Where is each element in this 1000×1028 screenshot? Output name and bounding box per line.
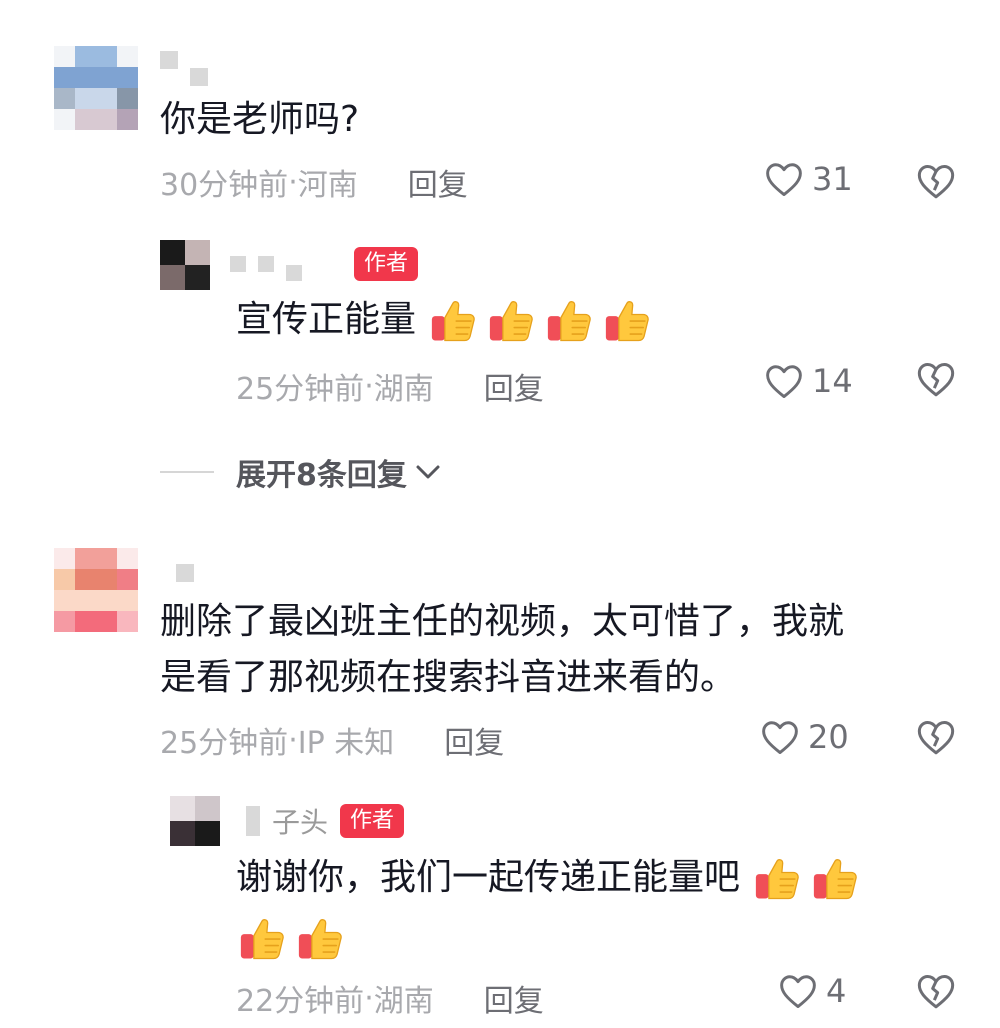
author-badge: 作者 bbox=[340, 804, 405, 838]
reply-text-content: 宣传正能量 bbox=[236, 299, 417, 340]
like-count: 4 bbox=[826, 972, 847, 1010]
like-button[interactable]: 4 bbox=[778, 972, 846, 1010]
reply-avatar[interactable] bbox=[170, 796, 220, 846]
comment-time: 25分钟前 bbox=[160, 726, 289, 761]
heart-outline-icon bbox=[766, 163, 802, 197]
thumbs-up-emoji bbox=[543, 295, 595, 347]
comment-text-line: 是看了那视频在搜索抖音进来看的。 bbox=[160, 657, 737, 698]
username-blurred bbox=[176, 564, 194, 582]
like-count: 14 bbox=[812, 362, 853, 400]
broken-heart-icon bbox=[917, 975, 955, 1009]
avatar[interactable] bbox=[54, 46, 138, 130]
dislike-button[interactable] bbox=[916, 718, 956, 758]
reply-location: 湖南 bbox=[373, 372, 434, 407]
emoji-group bbox=[236, 910, 867, 966]
expand-replies-button[interactable]: 展开8条回复 bbox=[160, 450, 443, 494]
thumbs-up-emoji bbox=[751, 853, 803, 905]
comment-time: 30分钟前 bbox=[160, 168, 289, 203]
reply-button[interactable]: 回复 bbox=[408, 160, 468, 204]
comment-text: 删除了最凶班主任的视频，太可惜了，我就 是看了那视频在搜索抖音进来看的。 bbox=[160, 594, 844, 706]
dislike-button[interactable] bbox=[916, 360, 956, 400]
like-button[interactable]: 31 bbox=[764, 160, 853, 198]
comment-meta: 25分钟前 · IP 未知 回复 bbox=[160, 718, 504, 762]
reply-text: 谢谢你，我们一起传递正能量吧 bbox=[236, 850, 867, 966]
dislike-button[interactable] bbox=[916, 162, 956, 202]
thumbs-up-emoji bbox=[236, 913, 288, 965]
heart-outline-icon bbox=[762, 721, 798, 755]
chevron-down-icon bbox=[416, 465, 440, 479]
like-button[interactable]: 14 bbox=[764, 362, 853, 400]
meta-separator: · bbox=[364, 980, 374, 1016]
divider bbox=[160, 471, 214, 473]
broken-heart-icon bbox=[917, 165, 955, 199]
emoji-group bbox=[427, 299, 659, 342]
reply-text: 宣传正能量 bbox=[236, 292, 659, 348]
thumbs-up-emoji bbox=[809, 853, 861, 905]
reply-text-content: 谢谢你，我们一起传递正能量吧 bbox=[236, 857, 741, 898]
reply-username-text: 子头 bbox=[272, 806, 329, 839]
reply-username[interactable]: 作者 bbox=[230, 247, 419, 281]
username-blurred bbox=[230, 256, 246, 272]
meta-separator: · bbox=[288, 722, 298, 758]
heart-outline-icon bbox=[780, 975, 816, 1009]
comment-meta: 30分钟前 · 河南 回复 bbox=[160, 160, 468, 204]
meta-separator: · bbox=[288, 164, 298, 200]
reply-button[interactable]: 回复 bbox=[484, 364, 544, 408]
thumbs-up-emoji bbox=[427, 295, 479, 347]
heart-outline-icon bbox=[766, 365, 802, 399]
like-button[interactable]: 20 bbox=[760, 718, 849, 756]
comment-location: 河南 bbox=[297, 168, 358, 203]
broken-heart-icon bbox=[917, 363, 955, 397]
thumbs-up-emoji bbox=[294, 913, 346, 965]
reply-meta: 22分钟前 · 湖南 回复 bbox=[236, 976, 544, 1020]
reply-time: 25分钟前 bbox=[236, 372, 365, 407]
reply-location: 湖南 bbox=[373, 984, 434, 1019]
reply-button[interactable]: 回复 bbox=[444, 718, 504, 762]
like-count: 20 bbox=[808, 718, 849, 756]
author-badge: 作者 bbox=[354, 247, 419, 281]
username[interactable] bbox=[176, 556, 194, 590]
thumbs-up-emoji bbox=[485, 295, 537, 347]
avatar[interactable] bbox=[54, 548, 138, 632]
reply-username[interactable]: 子头 作者 bbox=[246, 804, 405, 839]
comment-text: 你是老师吗? bbox=[160, 99, 360, 140]
comment-text-line: 删除了最凶班主任的视频，太可惜了，我就 bbox=[160, 601, 845, 642]
emoji-group bbox=[751, 857, 867, 900]
reply-avatar[interactable] bbox=[160, 240, 210, 290]
dislike-button[interactable] bbox=[916, 972, 956, 1012]
username-blurred bbox=[160, 51, 178, 69]
reply-time: 22分钟前 bbox=[236, 984, 365, 1019]
expand-label: 展开8条回复 bbox=[236, 458, 407, 493]
reply-button[interactable]: 回复 bbox=[484, 976, 544, 1020]
meta-separator: · bbox=[364, 368, 374, 404]
thumbs-up-emoji bbox=[601, 295, 653, 347]
username-blurred bbox=[286, 265, 302, 281]
username[interactable] bbox=[160, 50, 208, 86]
reply-meta: 25分钟前 · 湖南 回复 bbox=[236, 364, 544, 408]
comment-location: IP 未知 bbox=[297, 726, 395, 761]
broken-heart-icon bbox=[917, 721, 955, 755]
username-blurred bbox=[190, 68, 208, 86]
username-blurred bbox=[246, 806, 260, 836]
username-blurred bbox=[258, 256, 274, 272]
like-count: 31 bbox=[812, 160, 853, 198]
